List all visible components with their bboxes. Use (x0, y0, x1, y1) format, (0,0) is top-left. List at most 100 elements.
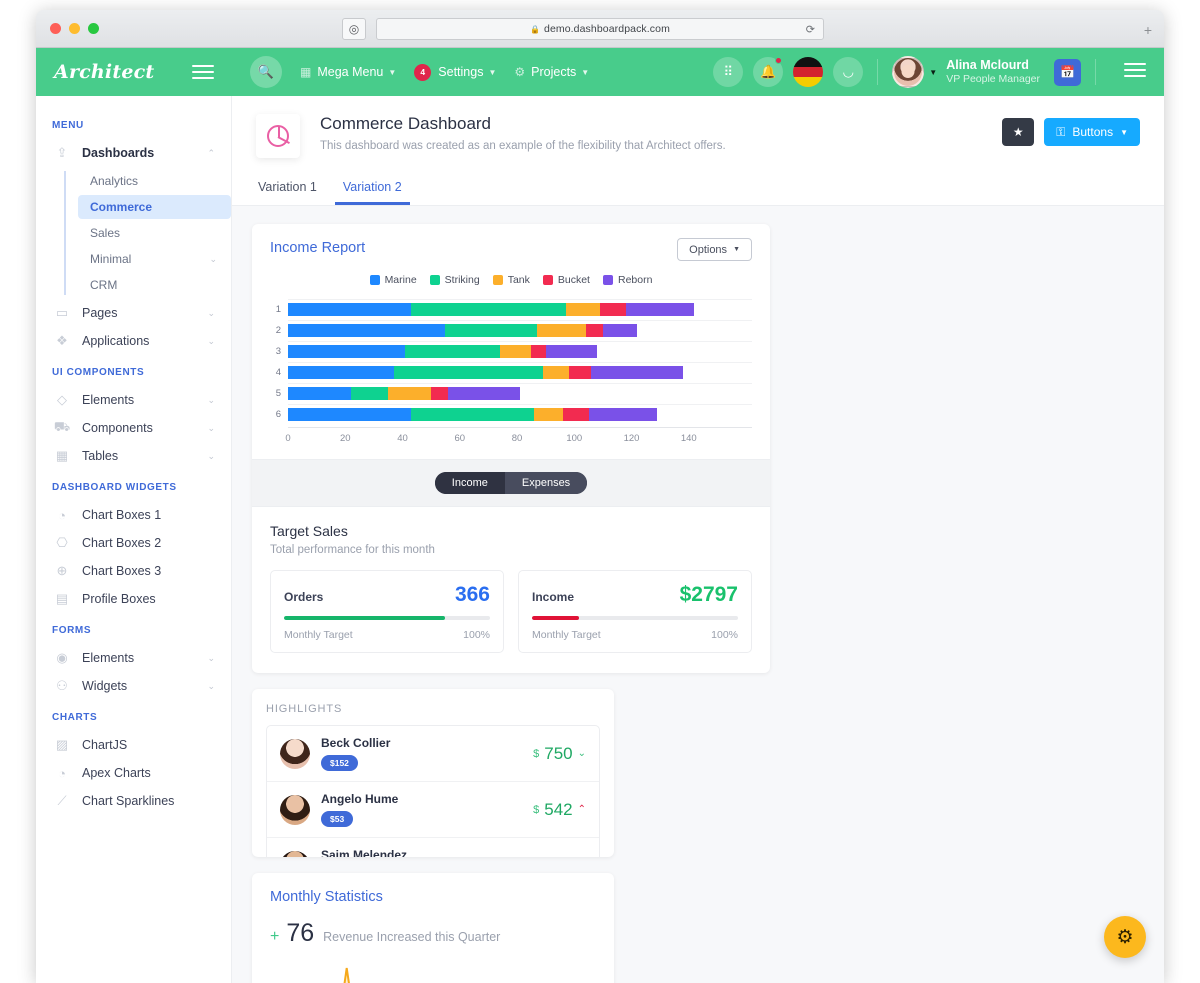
tab-variation-1[interactable]: Variation 1 (258, 180, 317, 205)
toggle-expenses[interactable]: Expenses (504, 472, 588, 494)
sidebar-item-sales[interactable]: Sales (78, 221, 231, 245)
highlight-row[interactable]: Saim Melendez$239$874⌄ (267, 838, 599, 857)
sidebar-item-label: Apex Charts (82, 766, 151, 780)
sidebar-item-applications[interactable]: ❖ Applications ⌄ (36, 327, 231, 355)
monthly-statistics-number: 76 (286, 919, 315, 947)
chart-bar-segment (350, 386, 389, 400)
legend-item[interactable]: Bucket (542, 274, 590, 286)
sidebar-toggle-icon[interactable] (192, 65, 214, 83)
chart-bar-row: 5 (270, 383, 752, 403)
sidebar-item-components[interactable]: ⛟ Components ⌄ (36, 414, 231, 442)
nav-item-projects[interactable]: ⚙ Projects ▼ (514, 65, 589, 79)
nav-item-settings[interactable]: 4 Settings ▼ (414, 63, 497, 81)
user-menu[interactable]: ▼ Alina Mclourd VP People Manager (892, 56, 1040, 88)
highlights-title: HIGHLIGHTS (266, 703, 343, 715)
chart-bar-row: 4 (270, 362, 752, 382)
sidebar-item-chart-boxes-1[interactable]: ◔ Chart Boxes 1 (36, 501, 231, 529)
chevron-down-icon: ▼ (1120, 127, 1128, 137)
revenue-sparkline-chart (270, 958, 596, 983)
gamepad-icon: ⚇ (56, 678, 68, 693)
sidebar-item-profile-boxes[interactable]: ▤ Profile Boxes (36, 585, 231, 613)
reload-icon[interactable]: ⟳ (806, 23, 815, 36)
calendar-icon[interactable]: 📅 (1054, 58, 1081, 86)
legend-item[interactable]: Marine (369, 274, 417, 286)
highlight-row[interactable]: Beck Collier $152 $750 ⌄ (267, 726, 599, 782)
page-icon (256, 114, 300, 158)
target-box-label: Orders (284, 590, 324, 604)
window-icon: ▭ (55, 305, 69, 320)
address-bar[interactable]: 🔒 demo.dashboardpack.com ⟳ (376, 18, 824, 40)
chart-bar-stack (288, 407, 752, 421)
diamond-icon: ◇ (57, 392, 67, 407)
sidebar-item-elements[interactable]: ◇ Elements ⌄ (36, 386, 231, 414)
buttons-dropdown[interactable]: ⚿ Buttons ▼ (1044, 118, 1140, 146)
sidebar-item-forms-elements[interactable]: ◉ Elements ⌄ (36, 644, 231, 672)
chart-bar-stack (288, 323, 752, 337)
sidebar-item-pages[interactable]: ▭ Pages ⌄ (36, 299, 231, 327)
maximize-window-button[interactable] (88, 23, 99, 34)
sidebar-section-title: FORMS (52, 625, 92, 636)
dashboards-submenu: Analytics Commerce Sales Minimal ⌄ CRM (64, 169, 231, 297)
legend-item[interactable]: Striking (429, 274, 480, 286)
legend-label: Tank (507, 274, 530, 286)
shield-icon[interactable]: ◎ (342, 18, 366, 40)
hamburger-icon[interactable] (1124, 63, 1146, 81)
chart-x-tick: 20 (339, 433, 351, 444)
id-card-icon: ▤ (55, 591, 69, 606)
chart-x-tick: 140 (680, 433, 697, 444)
sidebar-item-commerce[interactable]: Commerce (78, 195, 231, 219)
toggle-income[interactable]: Income (434, 472, 505, 494)
notification-dot (775, 57, 783, 64)
sidebar-item-tables[interactable]: ▦ Tables ⌄ (36, 442, 231, 470)
apps-grid-icon[interactable]: ⠿ (713, 57, 744, 87)
sidebar-item-chartjs[interactable]: ▨ ChartJS (36, 731, 231, 759)
monthly-statistics-description: Revenue Increased this Quarter (323, 930, 501, 944)
close-window-button[interactable] (50, 23, 61, 34)
chart-x-tick: 60 (454, 433, 466, 444)
smiley-icon[interactable]: ◡ (833, 57, 864, 87)
highlights-card: HIGHLIGHTS Beck Collier $152 $750 ⌄ Angelo H… (252, 689, 614, 857)
tab-variation-2[interactable]: Variation 2 (334, 180, 410, 205)
sidebar-item-crm[interactable]: CRM (78, 273, 231, 297)
star-icon[interactable]: ★ (1002, 118, 1035, 146)
sidebar-item-chart-sparklines[interactable]: ⟋ Chart Sparklines (36, 787, 231, 815)
chart-bar-segment (599, 302, 626, 316)
sidebar-item-apex-charts[interactable]: ◔ Apex Charts (36, 759, 231, 787)
chevron-down-icon: ⌄ (577, 748, 586, 759)
nav-item-mega-menu[interactable]: ▦ Mega Menu ▼ (300, 65, 396, 79)
chevron-down-icon: ▼ (929, 67, 938, 77)
user-role: VP People Manager (946, 73, 1040, 86)
chart-bar-stack (288, 344, 752, 358)
sidebar-item-label: ChartJS (82, 738, 128, 752)
legend-item[interactable]: Reborn (602, 274, 652, 286)
chart-bar-row: 3 (270, 341, 752, 361)
gear-icon[interactable]: ⚙ (1104, 916, 1146, 958)
chevron-down-icon: ▼ (488, 67, 497, 77)
lock-icon: 🔒 (530, 24, 540, 34)
plus-icon[interactable]: + (1144, 22, 1152, 38)
sidebar-item-widgets[interactable]: ⚇ Widgets ⌄ (36, 672, 231, 700)
sidebar-item-minimal[interactable]: Minimal ⌄ (78, 247, 231, 271)
target-boxes: Orders 366 Monthly Target 100% Income $2797 Mo… (270, 570, 752, 653)
settings-badge: 4 (414, 63, 432, 81)
legend-item[interactable]: Tank (492, 274, 530, 286)
chart-bar-segment (545, 344, 598, 358)
sidebar-item-chart-boxes-2[interactable]: ⎔ Chart Boxes 2 (36, 529, 231, 557)
minimize-window-button[interactable] (69, 23, 80, 34)
currency-symbol: $ (533, 803, 540, 816)
target-box-label: Income (532, 590, 575, 604)
brand-logo: Architect (54, 61, 155, 83)
variation-tabs: Variation 1 Variation 2 (256, 180, 1140, 205)
divider (1095, 59, 1096, 85)
chart-bar-segment (625, 302, 695, 316)
options-button[interactable]: Options ▼ (677, 238, 752, 261)
highlight-row[interactable]: Angelo Hume $53 $542 ⌃ (267, 782, 599, 838)
sidebar-item-analytics[interactable]: Analytics (78, 169, 231, 193)
sidebar-item-dashboards[interactable]: ⇪ Dashboards ⌃ (36, 139, 231, 167)
flag-germany-icon[interactable] (793, 57, 824, 87)
window-controls[interactable] (50, 23, 99, 34)
chevron-down-icon: ⌄ (207, 307, 215, 318)
chevron-down-icon: ▼ (388, 67, 397, 77)
sidebar-item-chart-boxes-3[interactable]: ⊕ Chart Boxes 3 (36, 557, 231, 585)
search-icon[interactable]: 🔍 (250, 56, 282, 88)
